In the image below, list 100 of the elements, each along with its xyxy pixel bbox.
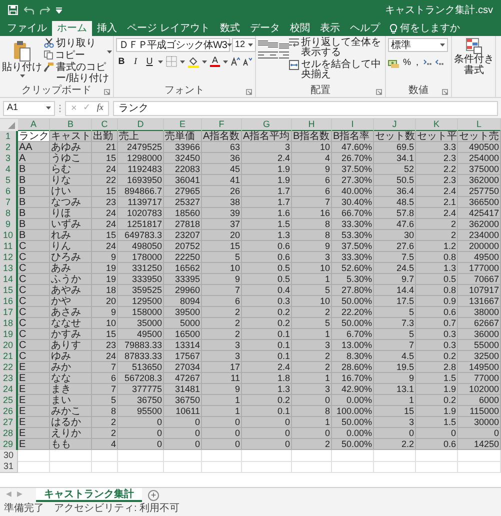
row-header[interactable]: 14 bbox=[0, 274, 18, 286]
percent-button[interactable]: % bbox=[402, 56, 412, 70]
row-header[interactable]: 9 bbox=[0, 219, 18, 231]
column-header[interactable]: G bbox=[242, 119, 292, 132]
row-header[interactable]: 30 bbox=[0, 450, 18, 462]
fill-color-icon[interactable] bbox=[188, 56, 199, 68]
row-header[interactable]: 29 bbox=[0, 439, 18, 451]
row-header[interactable]: 12 bbox=[0, 252, 18, 264]
row-header[interactable]: 10 bbox=[0, 230, 18, 242]
ribbon-tab[interactable]: 表示 bbox=[314, 21, 345, 36]
conditional-format-button[interactable]: 条件付き 書式 bbox=[454, 38, 494, 97]
ribbon-tab[interactable]: ファイル bbox=[2, 21, 52, 36]
customize-toolbar-icon[interactable] bbox=[56, 6, 62, 14]
row-header[interactable]: 16 bbox=[0, 296, 18, 308]
cut-button[interactable]: 切り取り bbox=[44, 38, 112, 49]
table-cell: 0.2 bbox=[242, 318, 292, 329]
redo-icon[interactable] bbox=[40, 6, 50, 14]
table-cell: 22250 bbox=[164, 252, 202, 263]
row-header[interactable]: 20 bbox=[0, 340, 18, 352]
italic-button[interactable]: I bbox=[130, 55, 141, 68]
row-header[interactable]: 3 bbox=[0, 153, 18, 165]
column-header[interactable]: E bbox=[164, 119, 202, 132]
currency-icon[interactable] bbox=[388, 58, 399, 68]
column-header[interactable]: C bbox=[92, 119, 118, 132]
font-size-field[interactable]: 12 bbox=[232, 38, 256, 52]
row-header[interactable]: 8 bbox=[0, 208, 18, 220]
row-header[interactable]: 4 bbox=[0, 164, 18, 176]
row-header[interactable]: 2 bbox=[0, 142, 18, 154]
ribbon-tab[interactable]: ページ レイアウト bbox=[122, 21, 215, 36]
save-icon[interactable] bbox=[8, 5, 18, 15]
dialog-launcher-icon[interactable] bbox=[104, 89, 110, 95]
format-painter-button[interactable]: 書式のコピー/貼り付け bbox=[44, 62, 112, 84]
cancel-button[interactable]: × bbox=[71, 100, 77, 116]
row-header[interactable]: 27 bbox=[0, 417, 18, 429]
align-left-icon[interactable] bbox=[258, 51, 268, 60]
row-header[interactable]: 22 bbox=[0, 362, 18, 374]
bold-button[interactable]: B bbox=[116, 55, 127, 68]
row-header[interactable]: 31 bbox=[0, 461, 18, 473]
dialog-launcher-icon[interactable] bbox=[442, 89, 448, 95]
column-header[interactable]: K bbox=[416, 119, 458, 132]
ribbon-tab[interactable]: 数式 bbox=[214, 21, 245, 36]
formula-input[interactable]: ランク bbox=[113, 100, 498, 116]
dialog-launcher-icon[interactable] bbox=[376, 89, 382, 95]
enter-button[interactable]: ✓ bbox=[82, 101, 91, 115]
undo-icon[interactable] bbox=[24, 6, 34, 14]
align-middle-icon[interactable] bbox=[268, 40, 278, 49]
accessibility-status[interactable]: アクセシビリティ: 利用不可 bbox=[54, 503, 180, 515]
name-box[interactable]: A1 bbox=[3, 100, 55, 116]
ribbon-tab[interactable]: ヘルプ bbox=[344, 21, 385, 36]
row-header[interactable]: 28 bbox=[0, 428, 18, 440]
column-header[interactable]: D bbox=[118, 119, 164, 132]
underline-button[interactable]: U bbox=[144, 55, 155, 68]
merge-center-button[interactable]: セルを結合して中央揃え bbox=[289, 60, 383, 80]
number-format-field[interactable]: 標準 bbox=[388, 38, 448, 52]
font-color-button[interactable]: A bbox=[210, 56, 220, 68]
column-header[interactable]: F bbox=[202, 119, 242, 132]
tell-me-field[interactable]: 何をしますか bbox=[384, 21, 467, 36]
row-header[interactable]: 18 bbox=[0, 318, 18, 330]
shrink-font-icon[interactable] bbox=[243, 57, 252, 66]
decrease-decimal-icon[interactable] bbox=[434, 58, 444, 68]
ribbon-tab[interactable]: 校閲 bbox=[284, 21, 315, 36]
row-header[interactable]: 1 bbox=[0, 131, 18, 143]
row-header[interactable]: 11 bbox=[0, 241, 18, 253]
table-cell: 26 bbox=[202, 186, 242, 197]
increase-decimal-icon[interactable] bbox=[422, 58, 432, 68]
row-header[interactable]: 23 bbox=[0, 373, 18, 385]
grow-font-icon[interactable] bbox=[231, 57, 240, 66]
wrap-text-button[interactable]: 折り返して全体を表示する bbox=[289, 38, 383, 58]
align-right-icon[interactable] bbox=[278, 51, 289, 60]
row-header[interactable]: 19 bbox=[0, 329, 18, 341]
row-header[interactable]: 24 bbox=[0, 384, 18, 396]
row-header[interactable]: 15 bbox=[0, 285, 18, 297]
column-header[interactable]: H bbox=[292, 119, 332, 132]
ribbon-tab[interactable]: 挿入 bbox=[92, 21, 122, 36]
borders-icon[interactable] bbox=[166, 56, 177, 68]
table-cell: 45 bbox=[202, 164, 242, 175]
dialog-launcher-icon[interactable] bbox=[246, 89, 252, 95]
comma-button[interactable]: , bbox=[415, 56, 420, 70]
row-header[interactable]: 5 bbox=[0, 175, 18, 187]
row-header[interactable]: 6 bbox=[0, 186, 18, 198]
ribbon-tab[interactable]: データ bbox=[244, 21, 285, 36]
row-header[interactable]: 13 bbox=[0, 263, 18, 275]
paste-button[interactable]: 貼り付け bbox=[2, 38, 42, 85]
align-center-icon[interactable] bbox=[268, 51, 278, 60]
row-header[interactable]: 17 bbox=[0, 307, 18, 319]
sheet-tab[interactable]: キャストランク集計 bbox=[36, 488, 142, 502]
row-header[interactable]: 26 bbox=[0, 406, 18, 418]
ribbon-tab[interactable]: ホーム bbox=[52, 21, 92, 36]
row-header[interactable]: 25 bbox=[0, 395, 18, 407]
column-header[interactable]: A bbox=[18, 119, 50, 132]
copy-button[interactable]: コピー bbox=[44, 50, 112, 61]
row-header[interactable]: 21 bbox=[0, 351, 18, 363]
row-header[interactable]: 7 bbox=[0, 197, 18, 209]
column-header[interactable]: J bbox=[374, 119, 416, 132]
column-header[interactable]: L bbox=[458, 119, 501, 132]
font-name-field[interactable]: ＤＦＰ平成ゴシック体W3 bbox=[116, 38, 230, 52]
insert-function-button[interactable]: fx bbox=[96, 101, 104, 115]
add-sheet-button[interactable]: + bbox=[148, 490, 159, 500]
column-header[interactable]: I bbox=[332, 119, 374, 132]
column-header[interactable]: B bbox=[50, 119, 92, 132]
